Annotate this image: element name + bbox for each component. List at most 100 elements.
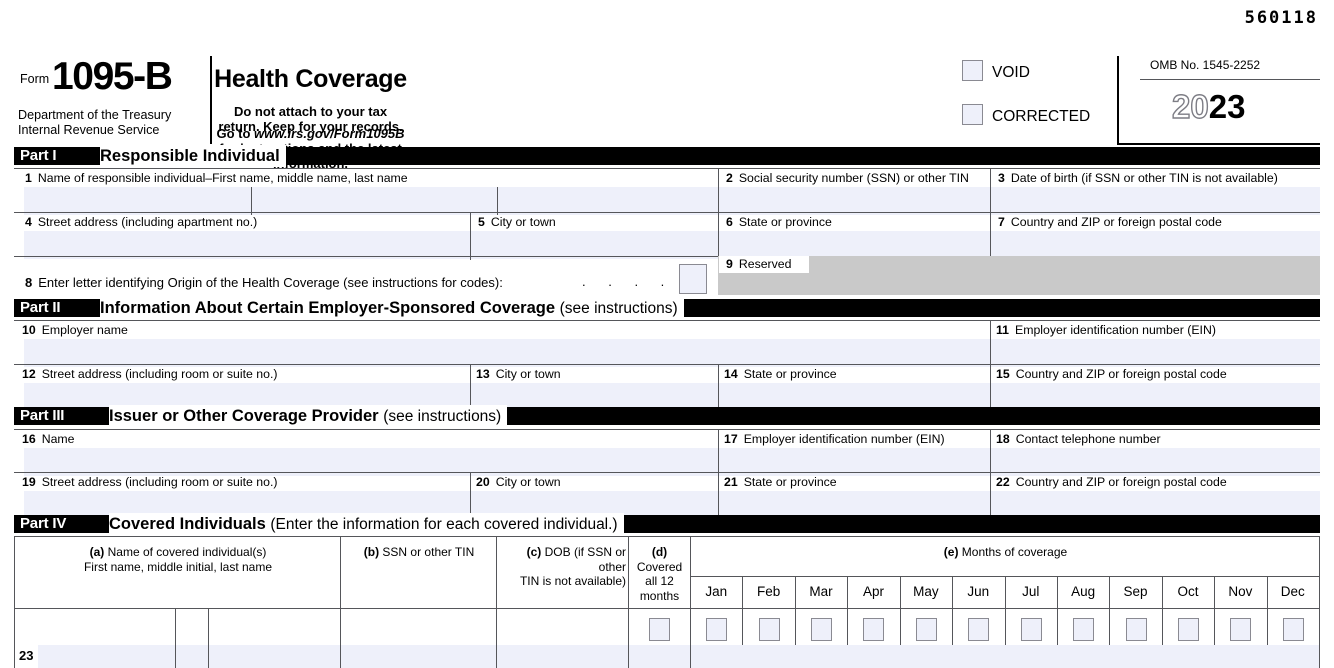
part4-month-header-nov: Nov: [1228, 584, 1253, 599]
part4-row23-checkbox-jan[interactable]: [706, 618, 728, 641]
part4-month-header-dec: Dec: [1280, 584, 1305, 599]
part4-row23-checkbox-aug[interactable]: [1073, 618, 1095, 641]
part4-col-c-header: (c) DOB (if SSN or other TIN is not avai…: [519, 545, 626, 588]
part2-box-10: [14, 320, 990, 368]
part4-row23-fill: [38, 645, 1319, 668]
part1-field-4-label: 4 Street address (including apartment no.…: [25, 215, 258, 229]
part4-col-a-header: (a) Name of covered individual(s) First …: [83, 545, 273, 574]
part4-month-header-oct: Oct: [1177, 584, 1199, 599]
corrected-label: CORRECTED: [992, 108, 1091, 125]
tax-year: 2023: [1171, 87, 1246, 126]
part4-table-top-rule: [14, 536, 1320, 537]
part3-field-21-label: 21 State or province: [724, 475, 837, 489]
part1-field-9-label: 9 Reserved: [726, 257, 792, 271]
part4-title: Covered Individuals (Enter the informati…: [109, 513, 624, 535]
part4-month-header-feb: Feb: [756, 584, 781, 599]
part4-row23-checkbox-jul[interactable]: [1020, 618, 1042, 641]
part2-field-15-label: 15 Country and ZIP or foreign postal code: [996, 367, 1227, 381]
tax-year-prefix: 20: [1171, 87, 1209, 125]
part4-tag: Part IV: [20, 515, 67, 532]
part2-field-11-label: 11 Employer identification number (EIN): [996, 323, 1216, 337]
part4-row23-checkbox-all-12-months[interactable]: [649, 618, 670, 641]
part1-field-8-input[interactable]: [679, 264, 707, 294]
agency-line-2: Internal Revenue Service: [18, 123, 160, 137]
part3-field-16-label: 16 Name: [22, 432, 75, 446]
part4-row23-checkbox-apr[interactable]: [863, 618, 885, 641]
irs-form-1095b: 560118 Form 1095-B Department of the Tre…: [0, 0, 1334, 668]
part4-row23-checkbox-sep[interactable]: [1125, 618, 1147, 641]
part1-field-6-label: 6 State or province: [726, 215, 832, 229]
page-title: Health Coverage: [214, 65, 407, 93]
part4-month-header-jun: Jun: [967, 584, 990, 599]
part4-month-header-jan: Jan: [705, 584, 728, 599]
goto-prefix: Go to: [216, 126, 255, 141]
catalog-number: 560118: [1244, 8, 1318, 28]
part4-months-bottom-rule: [14, 608, 1320, 609]
part4-row23-checkbox-nov[interactable]: [1230, 618, 1252, 641]
part4-month-header-apr: Apr: [862, 584, 884, 599]
part4-row23-sep-a: [175, 645, 176, 668]
part3-field-19-label: 19 Street address (including room or suit…: [22, 475, 278, 489]
part4-col-e-header: (e) Months of coverage: [943, 545, 1068, 559]
part4-col-d-header: (d) Covered all 12 months: [636, 545, 683, 603]
void-checkbox[interactable]: [962, 60, 983, 81]
part4-month-header-mar: Mar: [809, 584, 833, 599]
part3-banner: Part III Issuer or Other Coverage Provid…: [14, 405, 1320, 427]
tax-year-suffix: 23: [1208, 88, 1246, 125]
part4-row23-checkbox-dec[interactable]: [1282, 618, 1304, 641]
part4-month-header-may: May: [913, 584, 939, 599]
part4-row23-checkbox-may[interactable]: [915, 618, 937, 641]
part3-field-18-label: 18 Contact telephone number: [996, 432, 1161, 446]
part4-col-sep-right: [1319, 536, 1320, 668]
part1-field-8-label: 8 Enter letter identifying Origin of the …: [25, 275, 503, 290]
part1-field-2-label: 2 Social security number (SSN) or other T…: [726, 171, 969, 185]
part4-month-header-sep: Sep: [1123, 584, 1148, 599]
part3-field-17-label: 17 Employer identification number (EIN): [724, 432, 945, 446]
header-divider-right: [1117, 56, 1119, 144]
corrected-checkbox[interactable]: [962, 104, 983, 125]
omb-underline: [1140, 79, 1320, 80]
form-label: Form: [20, 72, 50, 86]
part2-field-13-label: 13 City or town: [476, 367, 561, 381]
part4-row23-checkbox-oct[interactable]: [1177, 618, 1199, 641]
part2-field-10-label: 10 Employer name: [22, 323, 128, 337]
part1-field-7-label: 7 Country and ZIP or foreign postal code: [998, 215, 1222, 229]
part2-field-12-label: 12 Street address (including room or suit…: [22, 367, 278, 381]
part4-row23-sep-d: [496, 645, 497, 668]
irs-url[interactable]: www.irs.gov/Form1095B: [254, 126, 405, 141]
part1-field-3-label: 3 Date of birth (if SSN or other TIN is n…: [998, 171, 1278, 185]
part3-box-16: [14, 429, 718, 477]
part3-tag: Part III: [20, 407, 65, 424]
part4-col-sep-a: [14, 536, 15, 668]
part1-field-1-label: 1 Name of responsible individual–First na…: [25, 171, 408, 185]
omb-number: OMB No. 1545-2252: [1150, 58, 1261, 72]
corrected-row[interactable]: CORRECTED: [962, 104, 1090, 126]
part2-title: Information About Certain Employer-Spons…: [100, 297, 684, 319]
part3-field-22-label: 22 Country and ZIP or foreign postal code: [996, 475, 1227, 489]
agency-line-1: Department of the Treasury: [18, 108, 172, 122]
void-label: VOID: [992, 64, 1030, 81]
part1-field-5-label: 5 City or town: [478, 215, 556, 229]
part1-title: Responsible Individual: [100, 145, 286, 167]
part1-row8-rule: [14, 256, 718, 257]
part4-month-header-aug: Aug: [1071, 584, 1096, 599]
form-number: 1095-B: [52, 55, 173, 98]
part4-month-header-jul: Jul: [1022, 584, 1040, 599]
part2-banner: Part II Information About Certain Employ…: [14, 297, 1320, 319]
part4-row23-checkbox-jun[interactable]: [968, 618, 990, 641]
part2-field-14-label: 14 State or province: [724, 367, 837, 381]
part4-row23-sep-e: [628, 645, 629, 668]
part3-field-20-label: 20 City or town: [476, 475, 561, 489]
part4-banner: Part IV Covered Individuals (Enter the i…: [14, 513, 1320, 535]
void-row[interactable]: VOID: [962, 60, 1030, 82]
part1-tag: Part I: [20, 147, 57, 164]
part2-tag: Part II: [20, 299, 61, 316]
part4-col-b-header: (b) SSN or other TIN: [363, 545, 475, 559]
agency-name: Department of the Treasury Internal Reve…: [18, 108, 171, 138]
part4-row23-sep-c: [340, 645, 341, 668]
part4-row23-checkbox-mar[interactable]: [811, 618, 833, 641]
part4-row23-sep-b: [208, 645, 209, 668]
part1-banner: Part I Responsible Individual: [14, 145, 1320, 167]
part4-row23-checkbox-feb[interactable]: [758, 618, 780, 641]
part4-row23-sep-f: [690, 645, 691, 668]
